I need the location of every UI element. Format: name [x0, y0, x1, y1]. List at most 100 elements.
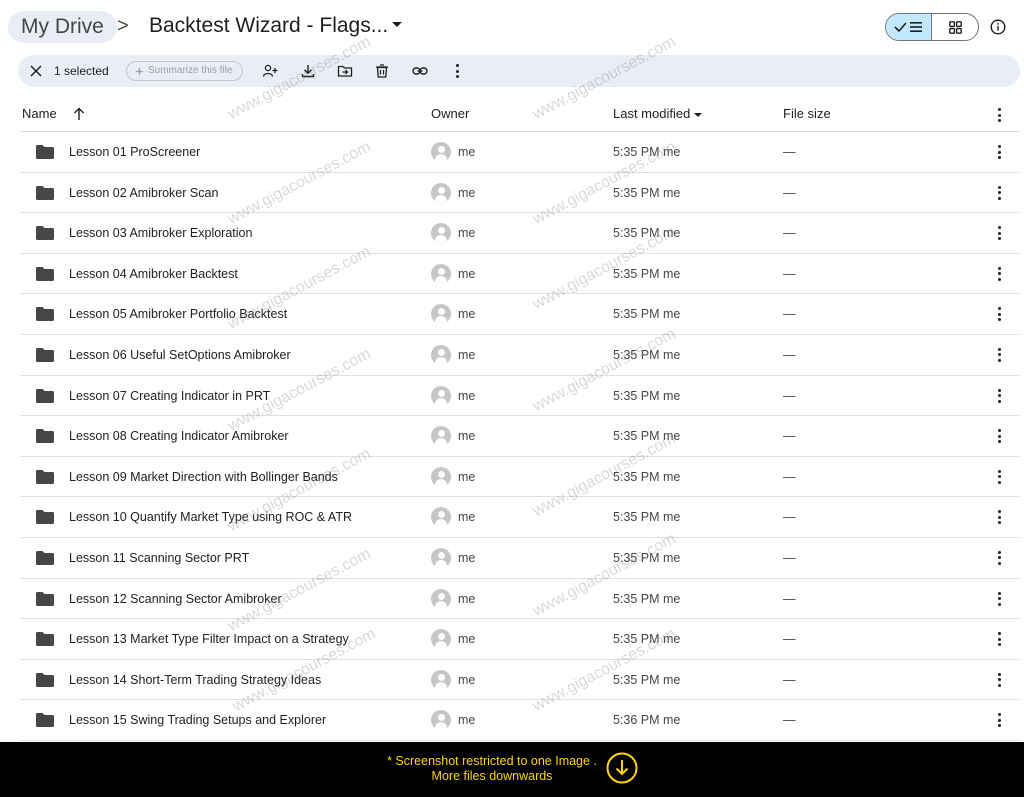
more-vert-icon[interactable]	[997, 469, 1001, 484]
folder-icon	[36, 510, 54, 525]
more-vert-icon[interactable]	[997, 632, 1001, 647]
file-name[interactable]: Lesson 04 Amibroker Backtest	[69, 266, 238, 282]
column-header-file-size[interactable]: File size	[783, 98, 831, 130]
last-modified: 5:35 PM me	[613, 632, 681, 647]
summarize-button[interactable]: Summarize this file	[126, 61, 244, 81]
owner-label: me	[458, 429, 476, 444]
last-modified: 5:36 PM me	[613, 713, 681, 728]
file-row[interactable]: Lesson 14 Short-Term Trading Strategy Id…	[20, 660, 1019, 701]
file-row[interactable]: Lesson 09 Market Direction with Bollinge…	[20, 457, 1019, 498]
grid-view-icon	[948, 20, 962, 34]
list-view-button[interactable]	[886, 14, 933, 40]
file-size: —	[783, 266, 796, 281]
file-name[interactable]: Lesson 07 Creating Indicator in PRT	[69, 388, 270, 404]
owner-label: me	[458, 469, 476, 484]
column-header-owner[interactable]: Owner	[431, 98, 469, 130]
download-icon[interactable]	[300, 63, 316, 79]
file-name[interactable]: Lesson 15 Swing Trading Setups and Explo…	[69, 712, 326, 728]
move-to-folder-icon[interactable]	[337, 63, 353, 79]
last-modified: 5:35 PM me	[613, 591, 681, 606]
folder-menu-caret-icon[interactable]	[392, 22, 402, 27]
file-row[interactable]: Lesson 04 Amibroker Backtest me 5:35 PM me…	[20, 254, 1019, 295]
link-icon[interactable]	[412, 63, 428, 79]
file-row[interactable]: Lesson 15 Swing Trading Setups and Explo…	[20, 700, 1019, 741]
column-options-icon[interactable]	[997, 108, 1001, 122]
trash-icon[interactable]	[374, 63, 390, 79]
file-size: —	[783, 713, 796, 728]
more-vert-icon[interactable]	[997, 145, 1001, 159]
file-name[interactable]: Lesson 06 Useful SetOptions Amibroker	[69, 347, 291, 363]
breadcrumb-my-drive[interactable]: My Drive	[8, 11, 117, 43]
file-row[interactable]: Lesson 11 Scanning Sector PRT me 5:35 PM m…	[20, 538, 1019, 579]
owner-label: me	[458, 145, 476, 159]
more-vert-icon[interactable]	[997, 347, 1001, 362]
list-view-icon	[893, 22, 922, 33]
more-vert-icon[interactable]	[997, 672, 1001, 687]
more-vert-icon[interactable]	[997, 550, 1001, 565]
file-row[interactable]: Lesson 02 Amibroker Scan me 5:35 PM me —	[20, 173, 1019, 214]
more-vert-icon[interactable]	[997, 185, 1001, 200]
file-name[interactable]: Lesson 12 Scanning Sector Amibroker	[69, 591, 282, 607]
file-name[interactable]: Lesson 13 Market Type Filter Impact on a…	[69, 631, 349, 647]
file-name[interactable]: Lesson 14 Short-Term Trading Strategy Id…	[69, 672, 321, 688]
file-row[interactable]: Lesson 06 Useful SetOptions Amibroker me 5…	[20, 335, 1019, 376]
file-row[interactable]: Lesson 13 Market Type Filter Impact on a…	[20, 619, 1019, 660]
folder-icon	[36, 226, 54, 241]
more-vert-icon[interactable]	[997, 510, 1001, 525]
file-row[interactable]: Lesson 12 Scanning Sector Amibroker me 5:3…	[20, 579, 1019, 620]
folder-icon	[36, 185, 54, 200]
owner-label: me	[458, 713, 476, 728]
file-row[interactable]: Lesson 05 Amibroker Portfolio Backtest me…	[20, 294, 1019, 335]
owner-label: me	[458, 185, 476, 200]
file-row[interactable]: Lesson 10 Quantify Market Type using ROC…	[20, 497, 1019, 538]
avatar-icon	[431, 142, 451, 162]
file-size: —	[783, 226, 796, 241]
file-size: —	[783, 591, 796, 606]
file-name[interactable]: Lesson 03 Amibroker Exploration	[69, 225, 252, 241]
last-modified: 5:35 PM me	[613, 185, 681, 200]
file-row[interactable]: Lesson 03 Amibroker Exploration me 5:35 PM…	[20, 213, 1019, 254]
more-vert-icon[interactable]	[997, 307, 1001, 322]
owner-label: me	[458, 226, 476, 241]
file-name[interactable]: Lesson 09 Market Direction with Bollinge…	[69, 469, 338, 485]
owner-label: me	[458, 591, 476, 606]
folder-icon	[36, 591, 54, 606]
column-header-last-modified[interactable]: Last modified	[613, 98, 690, 130]
sort-ascending-icon[interactable]	[73, 107, 85, 121]
share-add-person-icon[interactable]	[262, 63, 278, 79]
owner-label: me	[458, 550, 476, 565]
view-toggle	[885, 13, 979, 41]
folder-icon	[36, 266, 54, 281]
file-name[interactable]: Lesson 08 Creating Indicator Amibroker	[69, 428, 289, 444]
file-name[interactable]: Lesson 05 Amibroker Portfolio Backtest	[69, 306, 287, 322]
file-name[interactable]: Lesson 10 Quantify Market Type using ROC…	[69, 509, 352, 525]
breadcrumb-current-folder[interactable]: Backtest Wizard - Flags...	[149, 13, 388, 39]
file-row[interactable]: Lesson 07 Creating Indicator in PRT me 5:3…	[20, 376, 1019, 417]
close-icon[interactable]	[28, 63, 44, 79]
more-actions-icon[interactable]	[455, 64, 459, 78]
file-name[interactable]: Lesson 11 Scanning Sector PRT	[69, 550, 249, 566]
folder-icon	[36, 307, 54, 322]
file-name[interactable]: Lesson 02 Amibroker Scan	[69, 185, 218, 201]
last-modified: 5:35 PM me	[613, 307, 681, 322]
file-name[interactable]: Lesson 01 ProScreener	[69, 144, 200, 160]
grid-view-button[interactable]	[932, 14, 978, 40]
more-vert-icon[interactable]	[997, 388, 1001, 403]
sort-menu-caret-icon[interactable]	[694, 113, 702, 117]
last-modified: 5:35 PM me	[613, 266, 681, 281]
more-vert-icon[interactable]	[997, 266, 1001, 281]
more-vert-icon[interactable]	[997, 226, 1001, 241]
avatar-icon	[431, 182, 451, 203]
file-size: —	[783, 550, 796, 565]
file-row[interactable]: Lesson 01 ProScreener me 5:35 PM me —	[20, 132, 1019, 173]
column-header-name[interactable]: Name	[22, 98, 57, 130]
info-icon[interactable]	[990, 19, 1006, 35]
more-vert-icon[interactable]	[997, 429, 1001, 444]
more-vert-icon[interactable]	[997, 591, 1001, 606]
file-list: Lesson 01 ProScreener me 5:35 PM me — Lesson…	[20, 132, 1019, 741]
more-vert-icon[interactable]	[997, 713, 1001, 728]
last-modified: 5:35 PM me	[613, 145, 681, 159]
banner-line-2: More files downwards	[431, 769, 553, 783]
file-row[interactable]: Lesson 08 Creating Indicator Amibroker me…	[20, 416, 1019, 457]
owner-label: me	[458, 672, 476, 687]
